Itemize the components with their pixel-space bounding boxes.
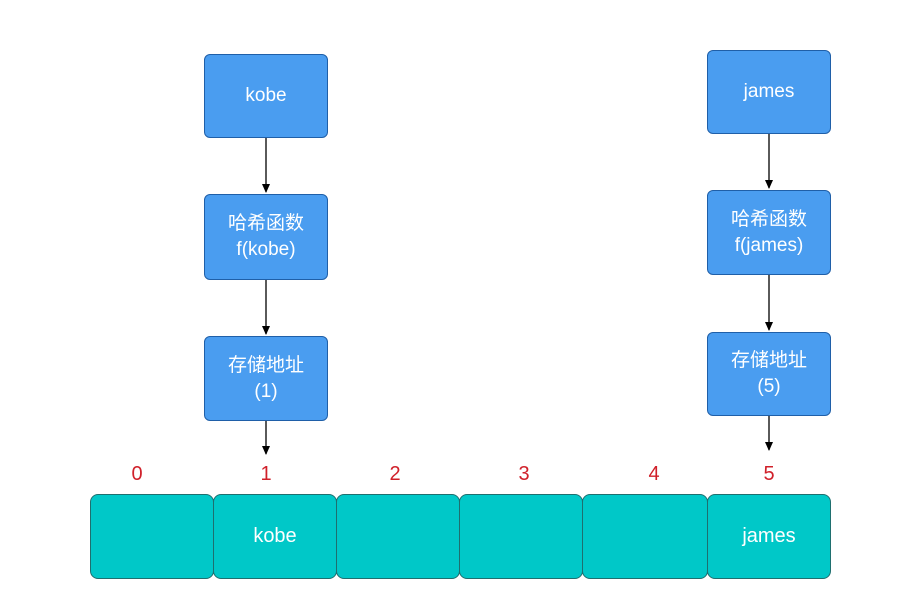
address-value: (5) <box>757 376 781 397</box>
key-label-kobe: kobe <box>245 85 287 106</box>
array-index-4: 4 <box>648 463 660 485</box>
hash-function-title: 哈希函数 <box>730 208 807 230</box>
hash-function-call: f(kobe) <box>236 239 296 260</box>
address-node-james: 存储地址 (5) <box>707 332 831 416</box>
address-value: (1) <box>254 380 278 402</box>
address-title: 存储地址 <box>730 350 807 371</box>
hash-function-node-james: 哈希函数 f(james) <box>707 190 831 275</box>
hash-function-call: f(james) <box>734 234 804 256</box>
array-cell-0 <box>90 494 214 579</box>
array-cell-3 <box>459 494 583 579</box>
array-cell-5: james <box>707 494 831 579</box>
hash-function-title: 哈希函数 <box>227 213 304 234</box>
array-index-5: 5 <box>763 463 775 485</box>
array-index-2: 2 <box>389 463 401 485</box>
hash-table-diagram: kobe 哈希函数 f(kobe) 存储地址 (1) james 哈希函数 f(… <box>0 0 903 598</box>
array-cell-2 <box>336 494 460 579</box>
array-index-3: 3 <box>518 463 530 485</box>
address-node-kobe: 存储地址 (1) <box>204 336 328 421</box>
array-index-0: 0 <box>131 463 143 485</box>
key-node-james: james <box>707 50 831 134</box>
key-label-james: james <box>743 81 795 102</box>
array-cell-1: kobe <box>213 494 337 579</box>
array-index-1: 1 <box>260 463 272 485</box>
key-node-kobe: kobe <box>204 54 328 138</box>
array-cell-4 <box>582 494 708 579</box>
address-title: 存储地址 <box>227 354 304 376</box>
hash-function-node-kobe: 哈希函数 f(kobe) <box>204 194 328 280</box>
